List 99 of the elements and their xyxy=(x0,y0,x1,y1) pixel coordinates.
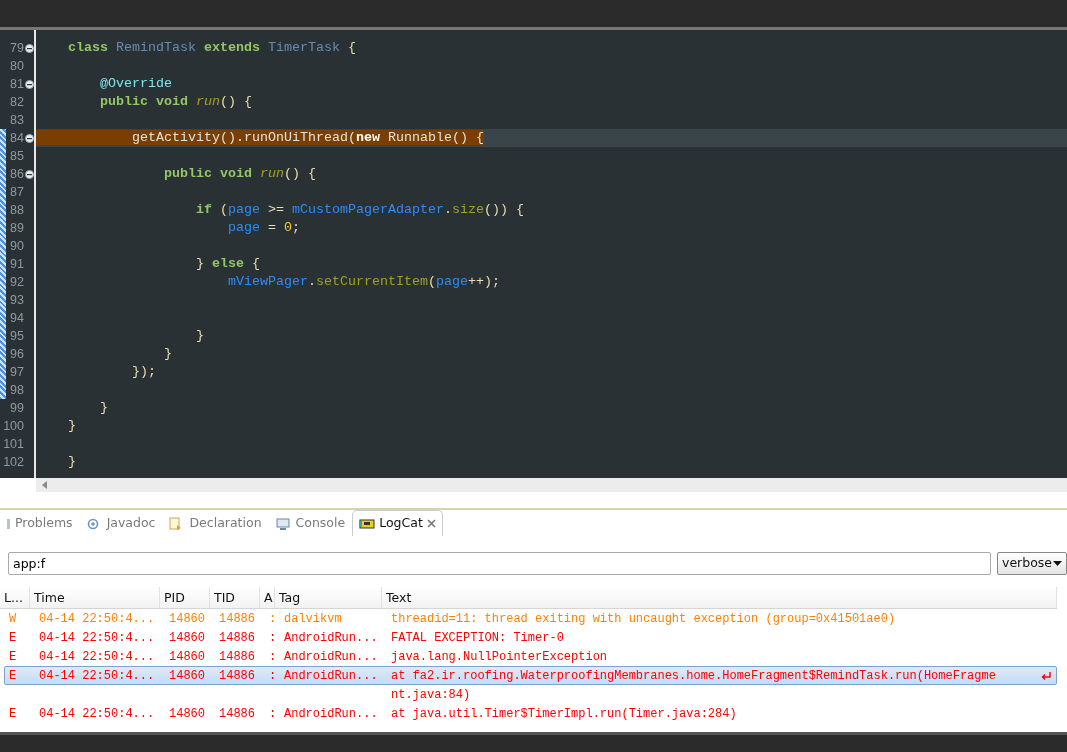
line-number: 94 xyxy=(10,310,24,327)
line-number: 102 xyxy=(3,454,24,471)
collapse-icon[interactable] xyxy=(25,44,34,53)
code-line: @Override xyxy=(99,76,172,91)
line-number: 95 xyxy=(10,328,24,345)
wrap-icon xyxy=(1040,670,1052,681)
level-cell-text: E xyxy=(8,629,18,647)
caret-icon xyxy=(1053,561,1062,566)
table-cell-text: 14860 xyxy=(168,667,206,685)
line-number: 84 xyxy=(10,130,24,147)
panel-tab[interactable]: Problems xyxy=(0,510,80,536)
collapse-icon[interactable] xyxy=(25,134,34,143)
table-cell-text: 04-14 22:50:4... xyxy=(38,610,156,628)
line-number: 100 xyxy=(3,418,24,435)
level-cell-text: E xyxy=(8,705,18,723)
table-cell-text: : xyxy=(268,610,278,628)
code-line: } xyxy=(194,328,204,343)
close-icon[interactable] xyxy=(426,519,436,529)
table-cell-text: at java.util.Timer$TimerImpl.run(Timer.java:284) xyxy=(390,705,738,723)
table-cell-text: dalvikvm xyxy=(283,610,343,628)
code-line: }); xyxy=(130,364,156,379)
line-number: 87 xyxy=(10,184,24,201)
table-cell-text: AndroidRun... xyxy=(283,705,379,723)
line-number: 91 xyxy=(10,256,24,273)
column-header[interactable]: L... xyxy=(0,587,30,608)
column-header[interactable]: TID xyxy=(210,587,260,608)
table-cell-text: : xyxy=(268,667,278,685)
panel-icon xyxy=(7,516,11,531)
code-line: mViewPager.setCurrentItem(page++); xyxy=(226,274,500,289)
line-number: 88 xyxy=(10,202,24,219)
filter-field[interactable]: app:f xyxy=(8,552,991,575)
panel-tab[interactable]: Console xyxy=(268,510,353,536)
table-cell-text: : xyxy=(268,705,278,723)
table-cell-text: 04-14 22:50:4... xyxy=(38,629,156,647)
table-cell-text: 04-14 22:50:4... xyxy=(38,667,156,685)
panel-tab[interactable]: Javadoc xyxy=(79,510,163,536)
table-cell-text: 04-14 22:50:4... xyxy=(38,648,156,666)
code-line: page = 0; xyxy=(226,220,300,235)
code-line: } else { xyxy=(194,256,260,271)
panel-tab[interactable]: Declaration xyxy=(162,510,269,536)
level-cell-text: E xyxy=(8,667,18,685)
table-cell-text: 14860 xyxy=(168,610,206,628)
line-number: 90 xyxy=(10,238,24,255)
table-cell-text: 14886 xyxy=(218,648,256,666)
table-cell-text: java.lang.NullPointerException xyxy=(390,648,609,666)
table-cell-text: 14886 xyxy=(218,629,256,647)
line-number: 79 xyxy=(10,40,24,57)
table-cell-text: 14886 xyxy=(218,667,256,685)
code-line: public void run() { xyxy=(162,166,316,181)
code-line: } xyxy=(99,400,108,415)
line-number: 86 xyxy=(10,166,24,183)
table-cell-text: 14886 xyxy=(218,705,256,723)
line-number: 96 xyxy=(10,346,24,363)
level-cell-text: E xyxy=(8,648,18,666)
line-number: 98 xyxy=(10,382,24,399)
code-line: } xyxy=(67,454,76,469)
line-number: 81 xyxy=(10,76,24,93)
table-cell-text: 04-14 22:50:4... xyxy=(38,705,156,723)
code-line: } xyxy=(162,346,172,361)
line-number: 99 xyxy=(10,400,24,417)
line-number: 89 xyxy=(10,220,24,237)
collapse-icon[interactable] xyxy=(25,80,34,89)
column-header[interactable]: PID xyxy=(160,587,210,608)
device-icon xyxy=(359,516,376,531)
code-line: } xyxy=(67,418,76,433)
line-number: 97 xyxy=(10,364,24,381)
line-number: 101 xyxy=(3,436,24,453)
column-header[interactable]: Tag xyxy=(275,587,382,608)
table-cell-text: FATAL EXCEPTION: Timer-0 xyxy=(390,629,565,647)
line-number: 82 xyxy=(10,94,24,111)
table-cell-text: 14860 xyxy=(168,629,206,647)
collapse-icon[interactable] xyxy=(25,170,34,179)
panel-tab[interactable]: LogCat xyxy=(352,510,443,536)
table-cell-text: AndroidRun... xyxy=(283,629,379,647)
line-number: 93 xyxy=(10,292,24,309)
column-header[interactable]: Text xyxy=(382,587,1057,608)
table-cell-text: nt.java:84) xyxy=(390,686,472,704)
table-cell-text: : xyxy=(268,648,278,666)
table-cell-text: 14886 xyxy=(218,610,256,628)
level-dropdown[interactable]: verbose xyxy=(997,552,1067,575)
table-cell-text: at fa2.ir.roofing.WaterproofingMembranes.home.HomeFragment$RemindTask.run(HomeFragme xyxy=(390,667,997,685)
table-cell-text: AndroidRun... xyxy=(283,648,379,666)
line-number: 80 xyxy=(10,58,24,75)
code-line: public void run() { xyxy=(99,94,252,109)
monitor-icon xyxy=(275,516,292,531)
table-cell-text: AndroidRun... xyxy=(283,667,379,685)
scroll-left-icon[interactable] xyxy=(42,481,47,489)
code-line: if (page >= mCustomPagerAdapter.size()) { xyxy=(194,202,524,217)
table-cell-text: : xyxy=(268,629,278,647)
line-number: 83 xyxy=(10,112,24,129)
column-header[interactable]: Time xyxy=(30,587,160,608)
table-cell-text: 14860 xyxy=(168,705,206,723)
table-cell-text: threadid=11: thread exiting with uncaught exception (group=0x41501ae0) xyxy=(390,610,897,628)
code-line: class RemindTask extends TimerTask { xyxy=(67,40,356,55)
line-number: 85 xyxy=(10,148,24,165)
column-header[interactable]: A xyxy=(260,587,275,608)
level-cell-text: W xyxy=(8,610,18,628)
table-cell-text: 14860 xyxy=(168,648,206,666)
line-number: 92 xyxy=(10,274,24,291)
